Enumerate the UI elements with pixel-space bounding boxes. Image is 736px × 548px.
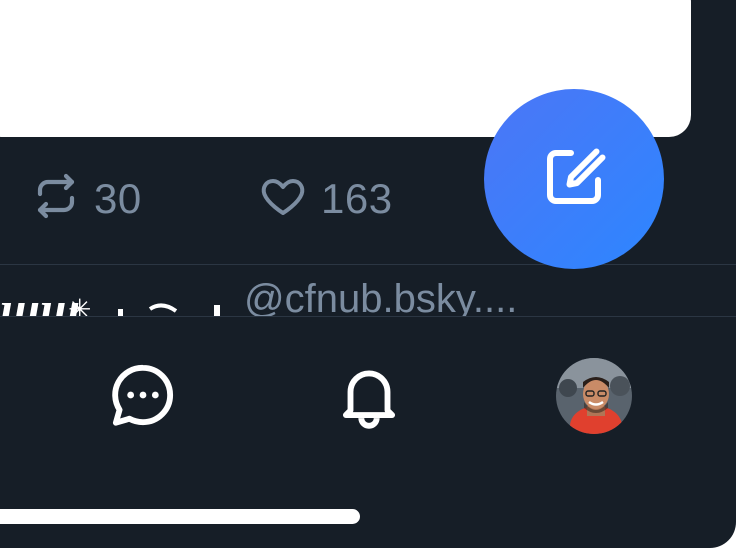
next-post-header[interactable]: шш ✳ @cfnub.bsky.... bbox=[0, 265, 736, 316]
app-screen: 30 163 шш ✳ @cfnub.bsky.... bbox=[0, 0, 736, 548]
repost-count: 30 bbox=[94, 174, 142, 222]
divider bbox=[0, 316, 736, 317]
next-post-handle: @cfnub.bsky.... bbox=[244, 277, 518, 316]
display-name-art: шш ✳ bbox=[0, 283, 220, 316]
tab-notifications[interactable] bbox=[332, 360, 406, 434]
compose-button[interactable] bbox=[484, 89, 664, 269]
chat-icon bbox=[106, 358, 180, 437]
like-button[interactable]: 163 bbox=[259, 172, 393, 225]
tab-messages[interactable] bbox=[106, 360, 180, 434]
heart-icon bbox=[259, 172, 307, 225]
svg-text:✳: ✳ bbox=[68, 293, 91, 316]
avatar[interactable] bbox=[556, 358, 632, 434]
repost-icon bbox=[32, 172, 80, 225]
like-count: 163 bbox=[321, 174, 393, 222]
home-indicator bbox=[0, 509, 360, 524]
bell-icon bbox=[332, 358, 406, 437]
compose-icon bbox=[538, 141, 610, 218]
repost-button[interactable]: 30 bbox=[32, 172, 142, 225]
